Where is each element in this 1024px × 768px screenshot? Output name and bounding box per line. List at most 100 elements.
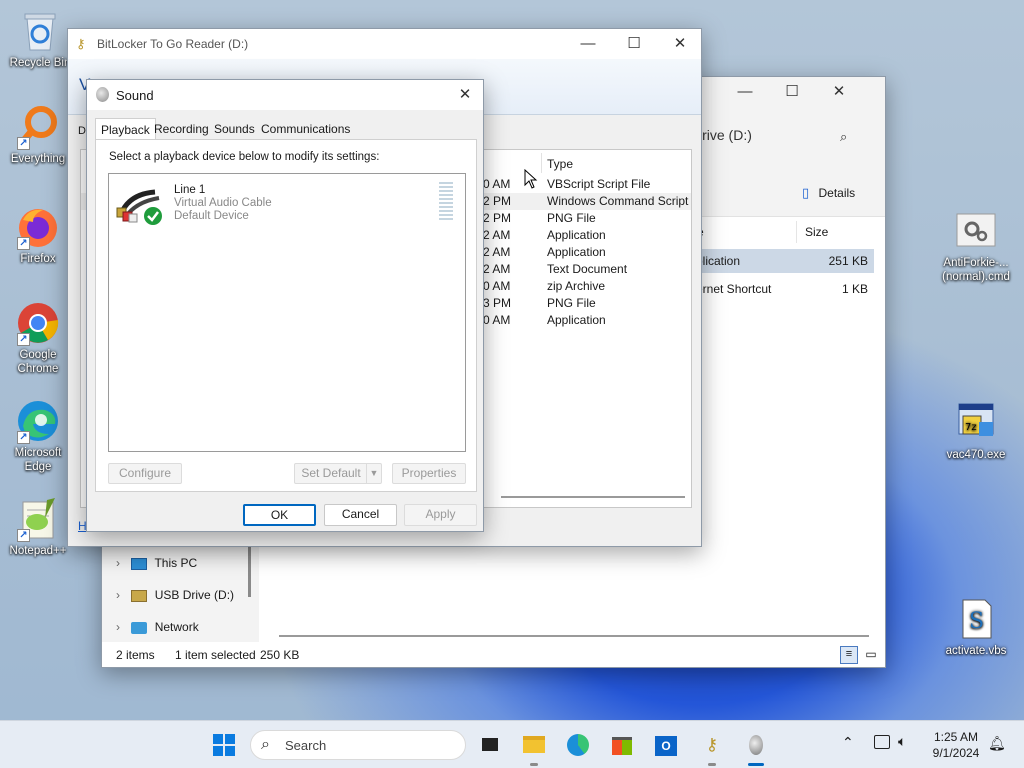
speaker-icon	[96, 87, 109, 102]
installer-icon: 7z	[953, 400, 999, 446]
dropdown-arrow-icon[interactable]: ▼	[366, 464, 381, 483]
desktop-icon-label: Everything	[10, 153, 66, 165]
firefox-icon: ↗	[15, 204, 61, 250]
file-type: ernet Shortcut	[696, 282, 772, 296]
status-size: 250 KB	[260, 648, 300, 662]
clock-date: 9/1/2024	[932, 746, 980, 760]
clock[interactable]: 1:25 AM 9/1/2024	[924, 729, 988, 761]
tab-sounds[interactable]: Sounds	[209, 118, 260, 140]
desktop-icon-label: AntiForkie-...(normal).cmd	[942, 257, 1010, 283]
column-header-size[interactable]: Size	[805, 225, 828, 239]
ok-button[interactable]: OK	[243, 504, 316, 526]
tab-recording[interactable]: Recording	[149, 118, 214, 140]
desktop-icon-antiforkie-cmd[interactable]: AntiForkie-...(normal).cmd	[936, 208, 1016, 284]
clock-time: 1:25 AM	[933, 730, 979, 744]
bitlocker-titlebar: ⚷ BitLocker To Go Reader (D:) — ☐ ✕	[68, 29, 701, 59]
gear-file-icon	[953, 208, 999, 254]
search-icon: ⌕	[840, 129, 848, 144]
tab-strip: Playback Recording Sounds Communications	[95, 118, 477, 140]
horizontal-scrollbar[interactable]	[501, 496, 685, 498]
file-row-selected[interactable]: plication 251 KB	[694, 249, 874, 273]
close-button[interactable]: ✕	[657, 29, 703, 59]
active-indicator	[748, 763, 764, 766]
notification-bell-icon[interactable]: 🔔︎	[988, 735, 1006, 752]
status-selected: 1 item selected	[175, 648, 256, 662]
chevron-right-icon: ›	[116, 620, 120, 634]
start-button[interactable]	[208, 729, 240, 761]
desktop-icon-label: Microsoft Edge	[14, 447, 62, 473]
nav-item-network[interactable]: › Network	[116, 617, 246, 637]
maximize-button[interactable]: ☐	[769, 77, 815, 107]
apply-button[interactable]: Apply	[404, 504, 477, 526]
recycle-bin-icon	[17, 8, 63, 54]
running-indicator	[708, 763, 716, 766]
desktop-icon-activate-vbs[interactable]: S activate.vbs	[936, 596, 1016, 658]
column-divider	[796, 221, 797, 243]
desktop-icon-vac470[interactable]: 7z vac470.exe	[936, 400, 1016, 462]
device-status: Default Device	[174, 210, 249, 222]
show-hidden-icons-button[interactable]: ⌃	[842, 734, 854, 751]
script-file-icon: S	[953, 596, 999, 642]
running-indicator	[530, 763, 538, 766]
edge-icon: ↗	[15, 398, 61, 444]
desktop-icon-chrome[interactable]: ↗ Google Chrome	[0, 300, 76, 376]
properties-button[interactable]: Properties	[392, 463, 466, 484]
sound-taskbar-icon[interactable]	[740, 729, 772, 761]
file-size: 251 KB	[828, 254, 868, 268]
task-view-icon[interactable]	[474, 729, 506, 761]
details-pane-icon: ▯	[802, 185, 810, 200]
outlook-taskbar-icon[interactable]: O	[650, 729, 682, 761]
tab-playback[interactable]: Playback	[95, 118, 156, 140]
tab-communications[interactable]: Communications	[256, 118, 355, 140]
configure-button[interactable]: Configure	[108, 463, 182, 484]
tab-panel: Select a playback device below to modify…	[95, 139, 477, 492]
file-row[interactable]: ernet Shortcut 1 KB	[694, 277, 874, 301]
bitlocker-app-icon: ⚷	[76, 36, 86, 51]
sound-titlebar: Sound ✕	[87, 80, 483, 110]
device-item-line-1[interactable]: Line 1 Virtual Audio Cable Default Devic…	[111, 180, 461, 226]
chrome-icon: ↗	[15, 300, 61, 346]
desktop-icon-label: Firefox	[20, 253, 56, 265]
edge-taskbar-icon[interactable]	[562, 729, 594, 761]
taskbar-search[interactable]: ⌕ Search	[250, 730, 466, 760]
desktop-icon-label: Notepad++	[9, 545, 67, 557]
horizontal-scrollbar[interactable]	[279, 635, 869, 637]
minimize-button[interactable]: —	[565, 29, 611, 59]
network-tray-icon[interactable]	[874, 735, 890, 749]
details-button[interactable]: ▯ Details	[802, 183, 855, 203]
close-button[interactable]: ✕	[816, 77, 862, 107]
search-placeholder: Search	[285, 738, 327, 753]
taskbar: ⌕ Search O ⚷ ⌃ 🔈︎ 1:25 AM 9/1/2024 🔔︎	[0, 720, 1024, 768]
nav-scrollbar[interactable]	[248, 547, 251, 597]
details-view-icon[interactable]: ≡	[840, 646, 858, 664]
desktop-icon-everything[interactable]: ↗ Everything	[0, 104, 76, 166]
chevron-right-icon: ›	[116, 556, 120, 570]
desktop-icon-firefox[interactable]: ↗ Firefox	[0, 204, 76, 266]
bitlocker-taskbar-icon[interactable]: ⚷	[696, 729, 728, 761]
desktop-icon-label: Google Chrome	[17, 349, 59, 375]
desktop-icon-notepadpp[interactable]: ↗ Notepad++	[0, 496, 76, 558]
file-size: 1 KB	[841, 282, 868, 296]
maximize-button[interactable]: ☐	[611, 29, 657, 59]
search-box[interactable]: Drive (D:) ⌕	[692, 127, 872, 153]
network-icon	[131, 621, 148, 634]
close-button[interactable]: ✕	[447, 80, 483, 110]
svg-text:7z: 7z	[965, 422, 977, 433]
desktop-icon-edge[interactable]: ↗ Microsoft Edge	[0, 398, 76, 474]
sound-dialog[interactable]: Sound ✕ Playback Recording Sounds Commun…	[86, 79, 484, 532]
tiles-view-icon[interactable]: ▭	[862, 646, 880, 664]
file-explorer-taskbar-icon[interactable]	[518, 729, 550, 761]
device-list[interactable]: Line 1 Virtual Audio Cable Default Devic…	[108, 173, 466, 452]
instruction-text: Select a playback device below to modify…	[109, 151, 380, 163]
volume-tray-icon[interactable]: 🔈︎	[898, 733, 906, 750]
nav-item-usb-drive[interactable]: › USB Drive (D:)	[116, 585, 256, 605]
set-default-button[interactable]: Set Default ▼	[294, 463, 382, 484]
nav-item-this-pc[interactable]: › This PC	[116, 553, 246, 573]
sound-title: Sound	[116, 88, 154, 103]
store-taskbar-icon[interactable]	[606, 729, 638, 761]
minimize-button[interactable]: —	[722, 77, 768, 107]
cancel-button[interactable]: Cancel	[324, 504, 397, 526]
notepadpp-icon: ↗	[15, 496, 61, 542]
shortcut-arrow-icon: ↗	[17, 333, 30, 346]
column-header-type[interactable]: Type	[547, 157, 573, 171]
